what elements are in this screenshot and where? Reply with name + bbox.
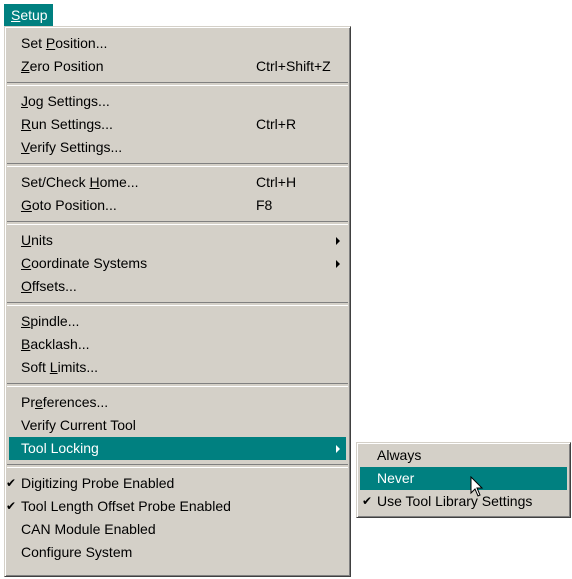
menu-item-units[interactable]: Units bbox=[9, 229, 346, 252]
menu-separator bbox=[7, 383, 348, 387]
menu-item-label: Set/Check Home... bbox=[21, 174, 139, 190]
submenu-item-label: Use Tool Library Settings bbox=[377, 493, 533, 509]
menu-item-label: Digitizing Probe Enabled bbox=[21, 475, 175, 491]
menu-separator bbox=[7, 82, 348, 86]
submenu-item-label: Always bbox=[377, 447, 422, 463]
menu-item-label: Tool Locking bbox=[21, 440, 99, 456]
menu-item-tool-locking[interactable]: Tool Locking bbox=[9, 437, 346, 460]
menu-item-label: Coordinate Systems bbox=[21, 255, 148, 271]
menu-item-label: Offsets... bbox=[21, 278, 77, 294]
submenu-item-use-tool-library-settings[interactable]: ✔ Use Tool Library Settings bbox=[360, 490, 567, 513]
menu-item-digitizing-probe[interactable]: ✔ Digitizing Probe Enabled bbox=[6, 472, 346, 495]
tool-locking-submenu: Always Never ✔ Use Tool Library Settings bbox=[356, 442, 571, 518]
menu-item-label: Verify Settings... bbox=[21, 139, 123, 155]
menu-item-zero-position[interactable]: Zero Position Ctrl+Shift+Z bbox=[9, 55, 346, 78]
menu-item-coordinate-systems[interactable]: Coordinate Systems bbox=[9, 252, 346, 275]
menu-item-goto-position[interactable]: Goto Position... F8 bbox=[9, 194, 346, 217]
checkmark-icon: ✔ bbox=[6, 476, 17, 490]
submenu-arrow-icon bbox=[336, 445, 340, 453]
menu-item-label: Jog Settings... bbox=[21, 93, 110, 109]
menu-item-configure-system[interactable]: Configure System bbox=[9, 541, 346, 564]
setup-menu: Set Position... Zero Position Ctrl+Shift… bbox=[4, 26, 351, 577]
menu-item-label: Backlash... bbox=[21, 336, 90, 352]
menu-item-shortcut: Ctrl+Shift+Z bbox=[256, 58, 331, 74]
menu-item-label: Preferences... bbox=[21, 394, 109, 410]
menu-item-shortcut: Ctrl+R bbox=[256, 116, 297, 132]
submenu-item-never[interactable]: Never bbox=[360, 467, 567, 490]
menu-item-set-check-home[interactable]: Set/Check Home... Ctrl+H bbox=[9, 171, 346, 194]
menu-separator bbox=[7, 163, 348, 167]
menu-item-set-position[interactable]: Set Position... bbox=[9, 32, 346, 55]
menu-item-shortcut: F8 bbox=[256, 197, 273, 213]
menu-item-label: Soft Limits... bbox=[21, 359, 99, 375]
menu-item-label: Units bbox=[21, 232, 53, 248]
menu-item-spindle[interactable]: Spindle... bbox=[9, 310, 346, 333]
menu-item-label: Zero Position bbox=[21, 58, 104, 74]
menu-item-shortcut: Ctrl+H bbox=[256, 174, 297, 190]
mouse-pointer-icon bbox=[470, 476, 484, 497]
setup-menu-title[interactable]: Setup bbox=[4, 4, 53, 26]
menu-item-backlash[interactable]: Backlash... bbox=[9, 333, 346, 356]
menu-item-label: Verify Current Tool bbox=[21, 417, 136, 433]
menu-item-label: Goto Position... bbox=[21, 197, 117, 213]
menu-separator bbox=[7, 221, 348, 225]
menu-item-tool-length-offset-probe[interactable]: ✔ Tool Length Offset Probe Enabled bbox=[6, 495, 346, 518]
menu-item-jog-settings[interactable]: Jog Settings... bbox=[9, 90, 346, 113]
submenu-item-always[interactable]: Always bbox=[360, 444, 567, 467]
menu-item-label: Run Settings... bbox=[21, 116, 113, 132]
menu-item-label: Spindle... bbox=[21, 313, 80, 329]
menu-item-verify-current-tool[interactable]: Verify Current Tool bbox=[9, 414, 346, 437]
checkmark-icon: ✔ bbox=[6, 499, 17, 513]
submenu-item-label: Never bbox=[377, 470, 415, 486]
menu-item-verify-settings[interactable]: Verify Settings... bbox=[9, 136, 346, 159]
menu-item-label: Configure System bbox=[21, 544, 133, 560]
menu-item-offsets[interactable]: Offsets... bbox=[9, 275, 346, 298]
submenu-arrow-icon bbox=[336, 237, 340, 245]
submenu-arrow-icon bbox=[336, 260, 340, 268]
menu-item-can-module[interactable]: CAN Module Enabled bbox=[9, 518, 346, 541]
menu-item-label: CAN Module Enabled bbox=[21, 521, 156, 537]
checkmark-icon: ✔ bbox=[362, 494, 373, 508]
menu-item-run-settings[interactable]: Run Settings... Ctrl+R bbox=[9, 113, 346, 136]
menu-item-label: Set Position... bbox=[21, 35, 108, 51]
menu-separator bbox=[7, 464, 348, 468]
menu-separator bbox=[7, 302, 348, 306]
menu-item-preferences[interactable]: Preferences... bbox=[9, 391, 346, 414]
menu-item-soft-limits[interactable]: Soft Limits... bbox=[9, 356, 346, 379]
menu-item-label: Tool Length Offset Probe Enabled bbox=[21, 498, 231, 514]
